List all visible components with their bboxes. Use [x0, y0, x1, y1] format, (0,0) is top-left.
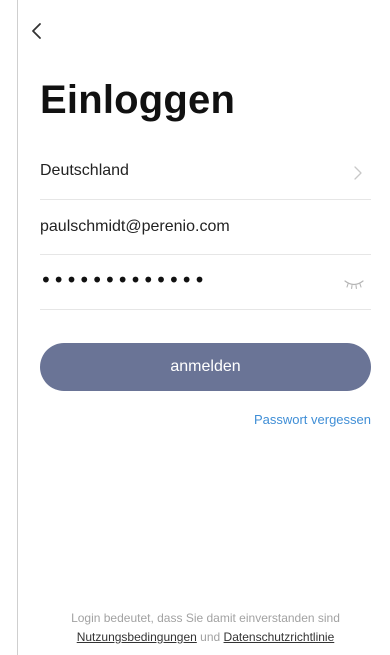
forgot-password-link[interactable]: Passwort vergessen	[254, 412, 371, 427]
email-row	[40, 201, 371, 255]
back-button[interactable]	[28, 20, 48, 42]
eye-closed-icon[interactable]	[343, 278, 365, 290]
country-selector[interactable]: Deutschland	[40, 146, 371, 200]
chevron-left-icon	[32, 23, 41, 39]
and-text: und	[200, 630, 221, 644]
chevron-right-icon	[354, 166, 362, 180]
password-field[interactable]: •••••••••••••	[40, 268, 206, 292]
terms-links: Nutzungsbedingungen und Datenschutzricht…	[40, 630, 371, 644]
terms-link[interactable]: Nutzungsbedingungen	[77, 630, 197, 644]
password-row: •••••••••••••	[40, 256, 371, 310]
page-title: Einloggen	[40, 78, 236, 122]
login-button[interactable]: anmelden	[40, 343, 371, 391]
email-field[interactable]	[40, 213, 330, 241]
privacy-link[interactable]: Datenschutzrichtlinie	[224, 630, 335, 644]
country-value: Deutschland	[40, 162, 129, 179]
terms-notice: Login bedeutet, dass Sie damit einversta…	[71, 611, 340, 625]
